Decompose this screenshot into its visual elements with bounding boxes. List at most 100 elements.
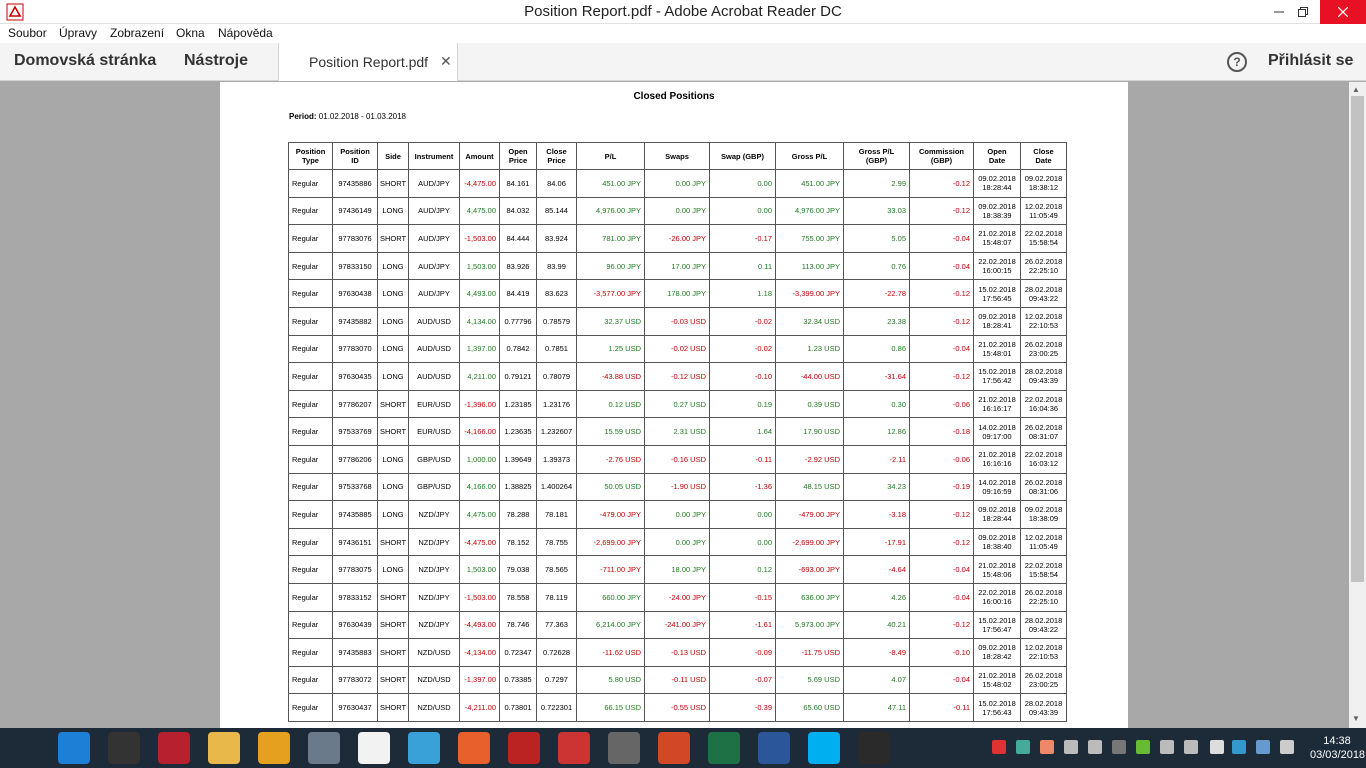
table-cell: 5.69 USD (775, 665, 844, 695)
tray-security-icon[interactable] (1016, 740, 1030, 754)
document-tab[interactable]: Position Report.pdf ✕ (278, 43, 458, 81)
table-cell: 4,166.00 (459, 472, 500, 502)
table-cell: -0.07 (709, 665, 776, 695)
table-cell: 83.99 (536, 251, 577, 281)
table-row: Regular 97436149 LONG AUD/JPY 4,475.00 84.032… (288, 196, 1067, 226)
vertical-scrollbar[interactable]: ▲ ▼ (1349, 82, 1366, 728)
date-line: 16:16:16 (982, 459, 1012, 469)
paint-icon[interactable] (408, 732, 440, 764)
tray-flag-icon[interactable] (1088, 740, 1102, 754)
table-cell: 0.00 (709, 500, 776, 529)
date-line: 15:48:02 (982, 679, 1012, 689)
date-line: 18:28:42 (982, 652, 1012, 662)
date-line: 08:31:06 (1028, 486, 1059, 496)
date-line: 18:38:39 (982, 210, 1012, 220)
tray-network-icon[interactable] (1184, 740, 1198, 754)
table-cell: SHORT (377, 693, 409, 722)
menu-item-file[interactable]: Soubor (8, 26, 47, 40)
table-cell: 79.038 (499, 555, 537, 584)
table-cell: 0.00 (709, 527, 776, 557)
close-tab-icon[interactable]: ✕ (440, 53, 452, 70)
notepad-icon[interactable] (358, 732, 390, 764)
gear-tool-icon[interactable] (558, 732, 590, 764)
tools-link[interactable]: Nástroje (184, 52, 248, 70)
table-cell: 178.00 JPY (644, 279, 710, 308)
help-icon[interactable]: ? (1227, 52, 1247, 72)
start-windows-icon[interactable] (8, 732, 40, 764)
table-cell: 83.926 (499, 251, 537, 281)
table-cell: -1,397.00 (459, 665, 500, 695)
sign-in-link[interactable]: Přihlásit se (1268, 52, 1353, 70)
table-cell: -0.04 (909, 582, 974, 612)
scroll-down-icon[interactable]: ▼ (1352, 714, 1360, 723)
xtrade-icon[interactable] (108, 732, 140, 764)
date-cell: 21.02.2018 16:16:16 (973, 444, 1021, 474)
menu-item-help[interactable]: Nápověda (218, 26, 273, 40)
table-cell: -17.91 (843, 527, 910, 557)
powerpoint-icon[interactable] (658, 732, 690, 764)
date-cell: 12.02.2018 11:05:49 (1020, 527, 1067, 557)
calculator-icon[interactable] (308, 732, 340, 764)
table-cell: 78.565 (536, 555, 577, 584)
tray-display-icon[interactable] (1256, 740, 1270, 754)
date-cell: 26.02.2018 22:25:10 (1020, 582, 1067, 612)
skype-icon[interactable] (808, 732, 840, 764)
table-cell: -3,577.00 JPY (576, 279, 645, 308)
column-header-line: Position (295, 147, 326, 156)
scrollbar-thumb[interactable] (1351, 96, 1364, 582)
pdf-page: Closed Positions Period: 01.02.2018 - 01… (220, 82, 1128, 728)
menu-item-window[interactable]: Okna (176, 26, 205, 40)
table-cell: LONG (377, 444, 409, 474)
table-cell: 1.18 (709, 279, 776, 308)
table-cell: 451.00 JPY (775, 169, 844, 198)
date-line: 28.02.2018 (1024, 284, 1063, 294)
table-cell: -1.61 (709, 610, 776, 640)
date-line: 21.02.2018 (978, 670, 1016, 680)
table-cell: -2,699.00 JPY (576, 527, 645, 557)
trading-app-icon[interactable] (158, 732, 190, 764)
home-link[interactable]: Domovská stránka (14, 52, 156, 70)
table-cell: LONG (377, 334, 409, 364)
date-line: 26.02.2018 (1024, 257, 1063, 267)
menu-item-view[interactable]: Zobrazení (110, 26, 164, 40)
file-explorer-icon[interactable] (208, 732, 240, 764)
tray-volume-icon[interactable] (1160, 740, 1174, 754)
date-line: 26.02.2018 (1024, 339, 1063, 349)
column-header-line: Date (988, 156, 1006, 165)
close-button[interactable] (1320, 0, 1366, 24)
gimp-icon[interactable] (608, 732, 640, 764)
tray-antivirus-icon[interactable] (992, 740, 1006, 754)
date-cell: 26.02.2018 08:31:07 (1020, 417, 1067, 446)
word-icon[interactable] (758, 732, 790, 764)
table-cell: Regular (288, 582, 333, 612)
tray-lang-icon[interactable] (1232, 740, 1246, 754)
tray-nvidia-icon[interactable] (1136, 740, 1150, 754)
column-header-line: Type (302, 156, 319, 165)
table-cell: 84.032 (499, 196, 537, 226)
system-clock[interactable]: 14:38 03/03/2018 (1310, 734, 1365, 762)
menu-item-edit[interactable]: Úpravy (59, 26, 97, 40)
tray-keyboard-icon[interactable] (1112, 740, 1126, 754)
date-cell: 09.02.2018 18:38:40 (973, 527, 1021, 557)
scroll-up-icon[interactable]: ▲ (1352, 85, 1360, 94)
tray-usb-icon[interactable] (1064, 740, 1078, 754)
internet-explorer-icon[interactable] (58, 732, 90, 764)
firefox-icon[interactable] (458, 732, 490, 764)
table-cell: 40.21 (843, 610, 910, 640)
date-line: 16:04:36 (1028, 404, 1059, 414)
date-line: 22:25:10 (1028, 266, 1059, 276)
date-cell: 26.02.2018 23:00:25 (1020, 665, 1067, 695)
table-cell: 1,397.00 (459, 334, 500, 364)
tray-battery-icon[interactable] (1210, 740, 1224, 754)
tray-app-icon[interactable] (1040, 740, 1054, 754)
tray-notifications-icon[interactable] (1280, 740, 1294, 754)
date-line: 17:56:45 (982, 293, 1012, 303)
media-icon[interactable] (508, 732, 540, 764)
restore-icon (1298, 7, 1308, 17)
table-cell: 97435885 (332, 500, 378, 529)
column-header-line: ID (351, 156, 359, 165)
acrobat-icon[interactable] (858, 732, 890, 764)
sirius-icon[interactable] (258, 732, 290, 764)
excel-icon[interactable] (708, 732, 740, 764)
document-viewer[interactable]: Closed Positions Period: 01.02.2018 - 01… (0, 82, 1349, 728)
